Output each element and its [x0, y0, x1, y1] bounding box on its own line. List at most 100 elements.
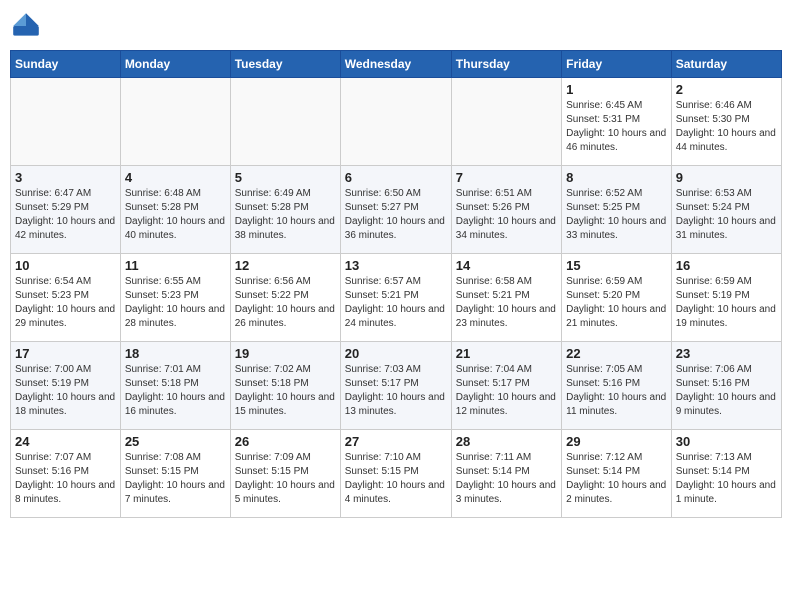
empty-cell: [11, 78, 121, 166]
day-number: 14: [456, 258, 557, 273]
day-cell-30: 30Sunrise: 7:13 AMSunset: 5:14 PMDayligh…: [671, 430, 781, 518]
day-number: 29: [566, 434, 667, 449]
day-info: Sunrise: 7:08 AMSunset: 5:15 PMDaylight:…: [125, 451, 226, 507]
day-cell-24: 24 Sunrise: 7:07 AMSunset: 5:16 PMDayligh…: [11, 430, 121, 518]
day-info: Sunrise: 7:10 AMSunset: 5:15 PMDaylight:…: [345, 451, 447, 507]
empty-cell: [451, 78, 561, 166]
day-cell-25: 25 Sunrise: 7:08 AMSunset: 5:15 PMDayligh…: [120, 430, 230, 518]
day-cell-29: 29 Sunrise: 7:12 AMSunset: 5:14 PMDayligh…: [562, 430, 672, 518]
day-number: 10: [15, 258, 116, 273]
day-info: Sunrise: 6:49 AMSunset: 5:28 PMDaylight:…: [235, 187, 336, 243]
day-cell-17: 17 Sunrise: 7:00 AMSunset: 5:19 PMDayligh…: [11, 342, 121, 430]
day-number: 4: [125, 170, 226, 185]
day-number: 28: [456, 434, 557, 449]
day-number: 17: [15, 346, 116, 361]
day-number: 21: [456, 346, 557, 361]
day-number: 12: [235, 258, 336, 273]
day-info: Sunrise: 6:47 AMSunset: 5:29 PMDaylight:…: [15, 187, 116, 243]
day-info: Sunrise: 6:53 AMSunset: 5:24 PMDaylight:…: [676, 187, 777, 243]
calendar-table: SundayMondayTuesdayWednesdayThursdayFrid…: [10, 50, 782, 518]
day-number: 2: [676, 82, 777, 97]
day-info: Sunrise: 6:52 AMSunset: 5:25 PMDaylight:…: [566, 187, 667, 243]
day-number: 7: [456, 170, 557, 185]
empty-cell: [230, 78, 340, 166]
day-cell-12: 12 Sunrise: 6:56 AMSunset: 5:22 PMDayligh…: [230, 254, 340, 342]
day-header-wednesday: Wednesday: [340, 51, 451, 78]
day-header-sunday: Sunday: [11, 51, 121, 78]
day-number: 22: [566, 346, 667, 361]
day-cell-7: 7 Sunrise: 6:51 AMSunset: 5:26 PMDaylight…: [451, 166, 561, 254]
day-cell-8: 8 Sunrise: 6:52 AMSunset: 5:25 PMDaylight…: [562, 166, 672, 254]
day-number: 11: [125, 258, 226, 273]
day-header-thursday: Thursday: [451, 51, 561, 78]
day-header-friday: Friday: [562, 51, 672, 78]
day-cell-18: 18Sunrise: 7:01 AMSunset: 5:18 PMDayligh…: [120, 342, 230, 430]
day-cell-5: 5 Sunrise: 6:49 AMSunset: 5:28 PMDaylight…: [230, 166, 340, 254]
day-number: 24: [15, 434, 116, 449]
day-info: Sunrise: 6:57 AMSunset: 5:21 PMDaylight:…: [345, 275, 447, 331]
calendar-header: SundayMondayTuesdayWednesdayThursdayFrid…: [11, 51, 782, 78]
day-info: Sunrise: 7:07 AMSunset: 5:16 PMDaylight:…: [15, 451, 116, 507]
day-info: Sunrise: 6:56 AMSunset: 5:22 PMDaylight:…: [235, 275, 336, 331]
day-info: Sunrise: 6:59 AMSunset: 5:19 PMDaylight:…: [676, 275, 777, 331]
day-info: Sunrise: 7:06 AMSunset: 5:16 PMDaylight:…: [676, 363, 777, 419]
day-info: Sunrise: 7:04 AMSunset: 5:17 PMDaylight:…: [456, 363, 557, 419]
day-info: Sunrise: 7:11 AMSunset: 5:14 PMDaylight:…: [456, 451, 557, 507]
week-row-1: 1Sunrise: 6:45 AMSunset: 5:31 PMDaylight…: [11, 78, 782, 166]
week-row-5: 24 Sunrise: 7:07 AMSunset: 5:16 PMDayligh…: [11, 430, 782, 518]
logo: [10, 10, 46, 42]
day-number: 3: [15, 170, 116, 185]
day-cell-22: 22 Sunrise: 7:05 AMSunset: 5:16 PMDayligh…: [562, 342, 672, 430]
day-number: 13: [345, 258, 447, 273]
day-cell-11: 11Sunrise: 6:55 AMSunset: 5:23 PMDayligh…: [120, 254, 230, 342]
day-cell-15: 15Sunrise: 6:59 AMSunset: 5:20 PMDayligh…: [562, 254, 672, 342]
day-cell-16: 16 Sunrise: 6:59 AMSunset: 5:19 PMDayligh…: [671, 254, 781, 342]
week-row-4: 17 Sunrise: 7:00 AMSunset: 5:19 PMDayligh…: [11, 342, 782, 430]
day-cell-9: 9 Sunrise: 6:53 AMSunset: 5:24 PMDaylight…: [671, 166, 781, 254]
day-cell-6: 6 Sunrise: 6:50 AMSunset: 5:27 PMDaylight…: [340, 166, 451, 254]
day-info: Sunrise: 6:58 AMSunset: 5:21 PMDaylight:…: [456, 275, 557, 331]
day-number: 25: [125, 434, 226, 449]
day-number: 8: [566, 170, 667, 185]
day-number: 15: [566, 258, 667, 273]
day-info: Sunrise: 7:05 AMSunset: 5:16 PMDaylight:…: [566, 363, 667, 419]
day-cell-27: 27 Sunrise: 7:10 AMSunset: 5:15 PMDayligh…: [340, 430, 451, 518]
day-number: 18: [125, 346, 226, 361]
empty-cell: [120, 78, 230, 166]
day-info: Sunrise: 6:54 AMSunset: 5:23 PMDaylight:…: [15, 275, 116, 331]
day-number: 19: [235, 346, 336, 361]
day-number: 9: [676, 170, 777, 185]
day-info: Sunrise: 6:50 AMSunset: 5:27 PMDaylight:…: [345, 187, 447, 243]
day-info: Sunrise: 7:12 AMSunset: 5:14 PMDaylight:…: [566, 451, 667, 507]
day-header-monday: Monday: [120, 51, 230, 78]
logo-icon: [10, 10, 42, 42]
day-cell-20: 20Sunrise: 7:03 AMSunset: 5:17 PMDayligh…: [340, 342, 451, 430]
day-info: Sunrise: 6:51 AMSunset: 5:26 PMDaylight:…: [456, 187, 557, 243]
day-cell-26: 26 Sunrise: 7:09 AMSunset: 5:15 PMDayligh…: [230, 430, 340, 518]
day-cell-13: 13 Sunrise: 6:57 AMSunset: 5:21 PMDayligh…: [340, 254, 451, 342]
day-cell-4: 4 Sunrise: 6:48 AMSunset: 5:28 PMDaylight…: [120, 166, 230, 254]
day-number: 16: [676, 258, 777, 273]
day-info: Sunrise: 7:00 AMSunset: 5:19 PMDaylight:…: [15, 363, 116, 419]
day-info: Sunrise: 7:09 AMSunset: 5:15 PMDaylight:…: [235, 451, 336, 507]
day-cell-19: 19 Sunrise: 7:02 AMSunset: 5:18 PMDayligh…: [230, 342, 340, 430]
day-number: 6: [345, 170, 447, 185]
day-info: Sunrise: 6:48 AMSunset: 5:28 PMDaylight:…: [125, 187, 226, 243]
day-number: 23: [676, 346, 777, 361]
day-info: Sunrise: 7:02 AMSunset: 5:18 PMDaylight:…: [235, 363, 336, 419]
day-cell-1: 1Sunrise: 6:45 AMSunset: 5:31 PMDaylight…: [562, 78, 672, 166]
week-row-3: 10 Sunrise: 6:54 AMSunset: 5:23 PMDayligh…: [11, 254, 782, 342]
day-number: 26: [235, 434, 336, 449]
day-number: 5: [235, 170, 336, 185]
day-cell-23: 23 Sunrise: 7:06 AMSunset: 5:16 PMDayligh…: [671, 342, 781, 430]
day-cell-21: 21 Sunrise: 7:04 AMSunset: 5:17 PMDayligh…: [451, 342, 561, 430]
day-info: Sunrise: 6:45 AMSunset: 5:31 PMDaylight:…: [566, 99, 667, 155]
day-number: 20: [345, 346, 447, 361]
day-cell-14: 14 Sunrise: 6:58 AMSunset: 5:21 PMDayligh…: [451, 254, 561, 342]
empty-cell: [340, 78, 451, 166]
day-info: Sunrise: 6:46 AMSunset: 5:30 PMDaylight:…: [676, 99, 777, 155]
day-header-tuesday: Tuesday: [230, 51, 340, 78]
day-number: 27: [345, 434, 447, 449]
header: [10, 10, 782, 42]
day-header-saturday: Saturday: [671, 51, 781, 78]
